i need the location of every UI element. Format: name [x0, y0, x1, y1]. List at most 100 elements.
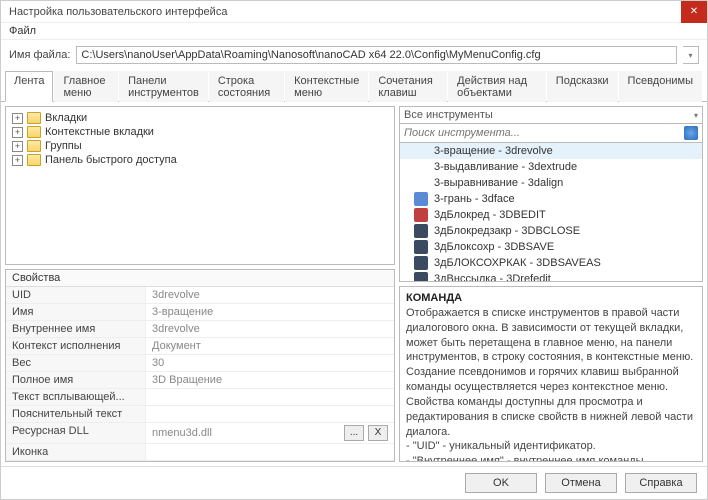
description-line: - "UID" - уникальный идентификатор.: [406, 439, 696, 454]
expand-icon[interactable]: +: [12, 127, 23, 138]
chevron-down-icon: ▾: [694, 111, 698, 120]
tree-item[interactable]: + Контекстные вкладки: [10, 125, 390, 139]
property-name: Ресурсная DLL: [6, 423, 146, 443]
list-item[interactable]: 3дБлоксохр - 3DBSAVE: [400, 239, 702, 255]
property-name: UID: [6, 287, 146, 303]
property-row: Иконка: [6, 444, 394, 461]
menu-file[interactable]: Файл: [9, 25, 36, 37]
list-item-label: 3-выдавливание - 3dextrude: [434, 161, 577, 173]
list-item-label: 3-грань - 3dface: [434, 193, 515, 205]
list-item[interactable]: 3дБлокред - 3DBEDIT: [400, 207, 702, 223]
folder-icon: [27, 126, 41, 138]
tree-item-label: Контекстные вкладки: [45, 126, 154, 138]
property-row: Ресурсная DLLnmenu3d.dll...X: [6, 423, 394, 444]
property-value[interactable]: Документ: [146, 338, 394, 354]
property-name: Пояснительный текст: [6, 406, 146, 422]
command-icon: [414, 224, 428, 238]
tree-item-label: Панель быстрого доступа: [45, 154, 177, 166]
file-path-input[interactable]: C:\Users\nanoUser\AppData\Roaming\Nanoso…: [76, 46, 677, 64]
file-label: Имя файла:: [9, 49, 70, 61]
property-row: UID3drevolve: [6, 287, 394, 304]
list-item[interactable]: 3дВнссылка - 3Drefedit: [400, 271, 702, 282]
expand-icon[interactable]: +: [12, 113, 23, 124]
search-icon[interactable]: [684, 126, 698, 140]
tab-Псевдонимы[interactable]: Псевдонимы: [619, 71, 702, 102]
file-path-dropdown[interactable]: ▾: [683, 46, 699, 64]
browse-button[interactable]: ...: [344, 425, 364, 441]
tab-Подсказки[interactable]: Подсказки: [547, 71, 618, 102]
property-name: Иконка: [6, 444, 146, 460]
tab-Главное меню[interactable]: Главное меню: [54, 71, 118, 102]
property-name: Текст всплывающей...: [6, 389, 146, 405]
expand-icon[interactable]: +: [12, 155, 23, 166]
tools-combo-label: Все инструменты: [404, 109, 493, 121]
description-line: - "Внутреннее имя" - внутреннее имя кома…: [406, 454, 696, 462]
description-line: Отображается в списке инструментов в пра…: [406, 306, 696, 365]
properties-panel: Свойства UID3drevolveИмя3-вращениеВнутре…: [5, 269, 395, 462]
tree-item[interactable]: +Группы: [10, 139, 390, 153]
folder-icon: [27, 140, 41, 152]
list-item[interactable]: 3-выравнивание - 3dalign: [400, 175, 702, 191]
tools-list[interactable]: 3-вращение - 3drevolve 3-выдавливание - 3…: [399, 143, 703, 282]
description-header: КОМАНДА: [406, 291, 696, 306]
cancel-button[interactable]: Отмена: [545, 473, 617, 493]
tab-Сочетания клавиш[interactable]: Сочетания клавиш: [369, 71, 447, 102]
properties-header: Свойства: [6, 270, 394, 287]
search-input[interactable]: [404, 127, 684, 139]
list-item[interactable]: 3-выдавливание - 3dextrude: [400, 159, 702, 175]
tree-item[interactable]: + Панель быстрого доступа: [10, 153, 390, 167]
property-row: Текст всплывающей...: [6, 389, 394, 406]
property-value[interactable]: [146, 406, 394, 422]
ok-button[interactable]: OK: [465, 473, 537, 493]
property-value[interactable]: nmenu3d.dll...X: [146, 423, 394, 443]
property-row: Контекст исполненияДокумент: [6, 338, 394, 355]
command-icon: [414, 192, 428, 206]
property-row: Внутреннее имя3drevolve: [6, 321, 394, 338]
list-item-label: 3дБлокред - 3DBEDIT: [434, 209, 546, 221]
list-item[interactable]: 3дБЛОКСОХРКАК - 3DBSAVEAS: [400, 255, 702, 271]
description-line: Свойства команды доступны для просмотра …: [406, 395, 696, 440]
tab-Лента[interactable]: Лента: [5, 71, 53, 102]
property-name: Полное имя: [6, 372, 146, 388]
command-icon: [414, 240, 428, 254]
description-panel: КОМАНДАОтображается в списке инструменто…: [399, 286, 703, 462]
property-value[interactable]: 3drevolve: [146, 321, 394, 337]
window-title: Настройка пользовательского интерфейса: [9, 6, 227, 18]
list-item[interactable]: 3-грань - 3dface: [400, 191, 702, 207]
list-item-label: 3дВнссылка - 3Drefedit: [434, 273, 551, 282]
list-item[interactable]: 3-вращение - 3drevolve: [400, 143, 702, 159]
list-item[interactable]: 3дБлокредзакр - 3DBCLOSE: [400, 223, 702, 239]
tab-Действия над объектами[interactable]: Действия над объектами: [448, 71, 546, 102]
tools-combo[interactable]: Все инструменты ▾: [399, 106, 703, 124]
property-value[interactable]: 3D Вращение: [146, 372, 394, 388]
property-value[interactable]: 3-вращение: [146, 304, 394, 320]
property-row: Имя3-вращение: [6, 304, 394, 321]
description-line: Создание псевдонимов и горячих клавиш вы…: [406, 365, 696, 395]
tree-panel[interactable]: +Вкладки+Контекстные вкладки+Группы+Пане…: [5, 106, 395, 265]
property-value[interactable]: 30: [146, 355, 394, 371]
list-item-label: 3дБлокредзакр - 3DBCLOSE: [434, 225, 580, 237]
list-item-label: 3-вращение - 3drevolve: [434, 145, 553, 157]
tab-Строка состояния[interactable]: Строка состояния: [209, 71, 284, 102]
command-icon: [414, 208, 428, 222]
tab-Контекстные меню[interactable]: Контекстные меню: [285, 71, 368, 102]
property-value[interactable]: 3drevolve: [146, 287, 394, 303]
close-button[interactable]: ✕: [681, 1, 707, 23]
property-row: Вес30: [6, 355, 394, 372]
command-icon: [414, 256, 428, 270]
tab-Панели инструментов[interactable]: Панели инструментов: [119, 71, 208, 102]
tree-item-label: Вкладки: [45, 112, 87, 124]
list-item-label: 3дБлоксохр - 3DBSAVE: [434, 241, 554, 253]
property-name: Внутреннее имя: [6, 321, 146, 337]
property-name: Контекст исполнения: [6, 338, 146, 354]
property-value[interactable]: [146, 444, 394, 460]
property-name: Имя: [6, 304, 146, 320]
property-row: Пояснительный текст: [6, 406, 394, 423]
property-value[interactable]: [146, 389, 394, 405]
expand-icon[interactable]: +: [12, 141, 23, 152]
help-button[interactable]: Справка: [625, 473, 697, 493]
list-item-label: 3-выравнивание - 3dalign: [434, 177, 563, 189]
clear-button[interactable]: X: [368, 425, 388, 441]
tree-item[interactable]: + Вкладки: [10, 111, 390, 125]
command-icon: [414, 272, 428, 282]
